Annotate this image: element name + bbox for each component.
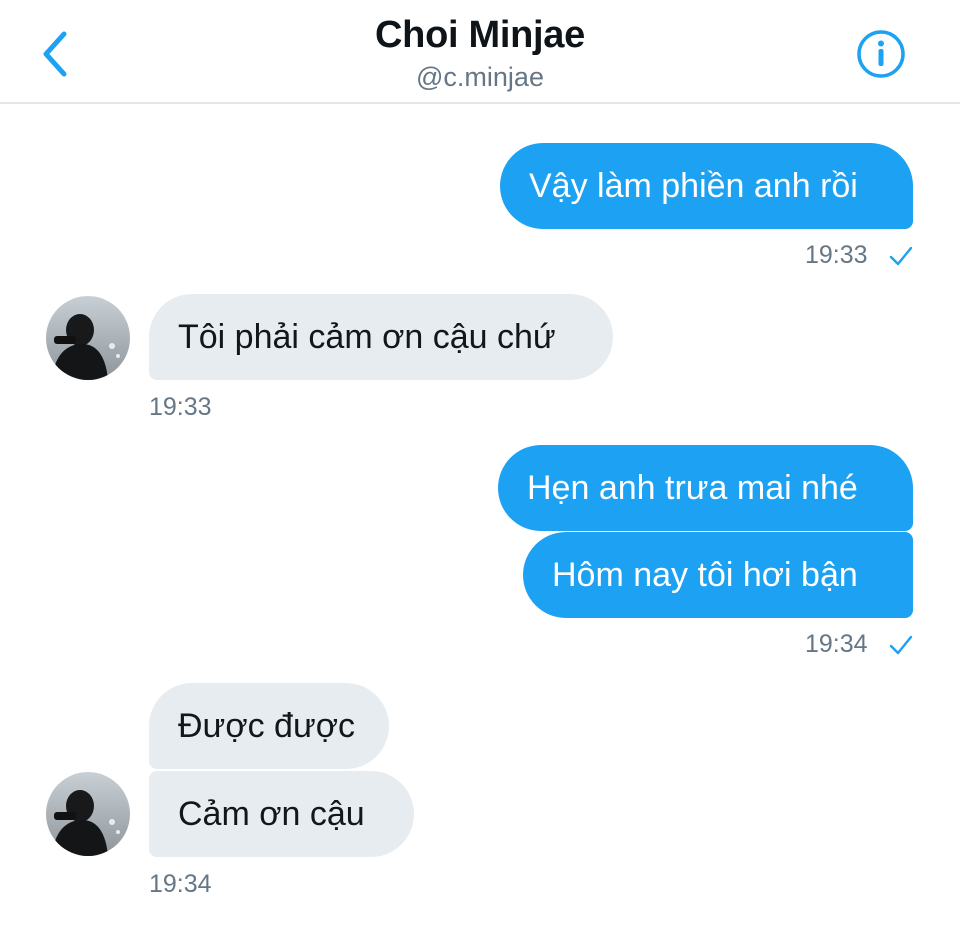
- outgoing-message[interactable]: Hôm nay tôi hơi bận: [523, 532, 913, 618]
- avatar[interactable]: [46, 296, 130, 380]
- contact-name[interactable]: Choi Minjae: [0, 14, 960, 57]
- contact-handle[interactable]: @c.minjae: [0, 62, 960, 93]
- outgoing-message[interactable]: Vậy làm phiền anh rồi: [500, 143, 913, 229]
- message-timestamp: 19:34: [149, 870, 212, 898]
- avatar[interactable]: [46, 772, 130, 856]
- outgoing-message[interactable]: Hẹn anh trưa mai nhé: [498, 445, 913, 531]
- incoming-message[interactable]: Tôi phải cảm ơn cậu chứ: [149, 294, 613, 380]
- incoming-message[interactable]: Cảm ơn cậu: [149, 771, 414, 857]
- info-circle-icon: [857, 30, 905, 78]
- message-timestamp: 19:33: [805, 241, 868, 269]
- info-button[interactable]: [855, 28, 907, 80]
- check-icon: [889, 635, 913, 655]
- conversation-header: Choi Minjae @c.minjae: [0, 0, 960, 104]
- message-timestamp: 19:33: [149, 393, 212, 421]
- message-timestamp: 19:34: [805, 630, 868, 658]
- incoming-message[interactable]: Được được: [149, 683, 389, 769]
- check-icon: [889, 246, 913, 266]
